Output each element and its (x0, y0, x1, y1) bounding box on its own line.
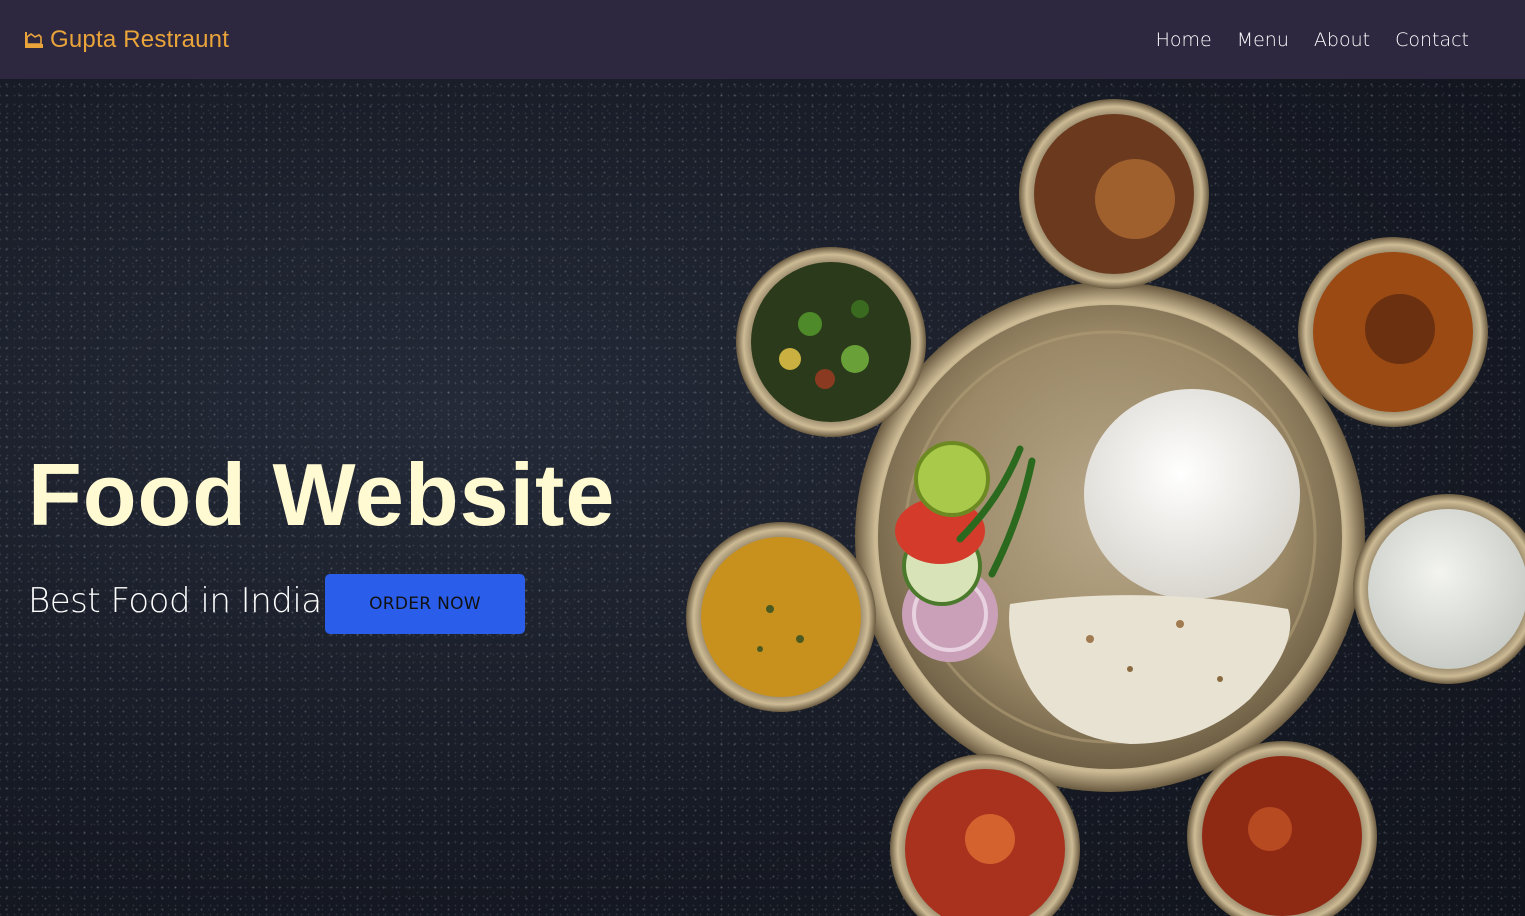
nav-about-link[interactable]: About (1314, 29, 1370, 51)
navbar: Gupta Restraunt Home Menu About Contact (0, 0, 1525, 79)
nav-home-link[interactable]: Home (1156, 29, 1212, 51)
order-now-button[interactable]: ORDER NOW (325, 574, 525, 634)
hero-section: Food Website Best Food in India ORDER NO… (0, 79, 1525, 916)
hero-title: Food Website (28, 445, 616, 544)
brand-name: Gupta Restraunt (50, 25, 230, 53)
nav-links: Home Menu About Contact (1156, 29, 1469, 51)
brand[interactable]: Gupta Restraunt (22, 26, 229, 54)
nav-menu-link[interactable]: Menu (1237, 29, 1289, 51)
chef-hat-icon (22, 28, 46, 52)
nav-contact-link[interactable]: Contact (1395, 29, 1469, 51)
thali-food-image (686, 99, 1525, 916)
hero-subtitle: Best Food in India (28, 581, 322, 621)
